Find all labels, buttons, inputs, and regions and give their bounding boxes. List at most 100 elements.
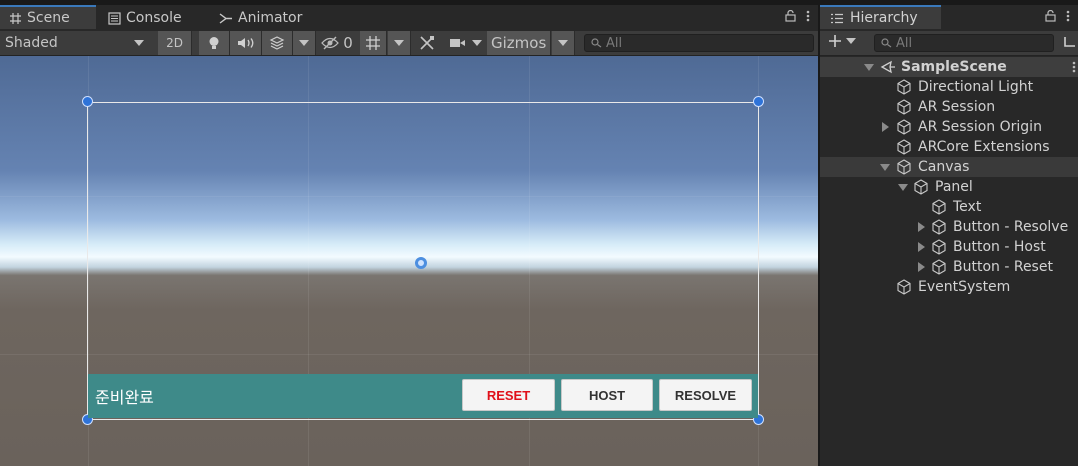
scene-visibility-icon[interactable]	[1062, 36, 1076, 50]
more-options-icon[interactable]	[806, 10, 810, 22]
hierarchy-item-directional-light[interactable]: Directional Light	[820, 77, 1078, 97]
hierarchy-item-eventsystem[interactable]: EventSystem	[820, 277, 1078, 297]
hidden-count: 0	[343, 34, 353, 52]
resolve-button[interactable]: RESOLVE	[659, 379, 752, 411]
toggle-2d-button[interactable]: 2D	[158, 31, 192, 55]
draw-mode-dropdown[interactable]: Shaded	[0, 31, 150, 55]
chevron-down-icon	[846, 38, 856, 44]
tab-scene-label: Scene	[27, 10, 70, 26]
hierarchy-item-label: Panel	[935, 179, 973, 195]
hierarchy-item-canvas[interactable]: Canvas	[820, 157, 1078, 177]
scene-tabbar: Scene Console Animator	[0, 5, 818, 31]
hierarchy-item-button-resolve[interactable]: Button - Resolve	[820, 217, 1078, 237]
scene-row[interactable]: SampleScene	[820, 57, 1078, 77]
draw-mode-label: Shaded	[5, 35, 58, 51]
unity-scene-icon	[880, 60, 895, 74]
plus-icon	[829, 35, 841, 47]
scene-search-input[interactable]: All	[584, 34, 814, 52]
hierarchy-item-label: Canvas	[918, 159, 970, 175]
hierarchy-panel: Hierarchy All SampleScene Directional Li…	[820, 5, 1078, 466]
reset-button-label: RESET	[486, 387, 531, 403]
host-button[interactable]: HOST	[561, 379, 653, 411]
hierarchy-item-text[interactable]: Text	[820, 197, 1078, 217]
chevron-down-icon	[558, 40, 568, 46]
scene-name: SampleScene	[901, 59, 1007, 75]
hierarchy-item-label: EventSystem	[918, 279, 1011, 295]
lightbulb-icon	[209, 36, 219, 49]
hierarchy-tree: SampleScene Directional Light AR Session…	[820, 57, 1078, 466]
hierarchy-item-arcore-extensions[interactable]: ARCore Extensions	[820, 137, 1078, 157]
hierarchy-item-panel[interactable]: Panel	[820, 177, 1078, 197]
expand-arrow-icon[interactable]	[918, 262, 925, 272]
tab-console[interactable]: Console	[108, 5, 182, 31]
expand-arrow-icon[interactable]	[864, 63, 874, 71]
reset-button[interactable]: RESET	[462, 379, 555, 411]
camera-icon	[449, 39, 465, 47]
gameobject-cube-icon	[914, 179, 928, 195]
gameobject-cube-icon	[897, 99, 911, 115]
hierarchy-tab-tools	[1045, 10, 1070, 22]
tab-hierarchy[interactable]: Hierarchy	[820, 5, 941, 29]
effects-toggle[interactable]	[262, 31, 293, 55]
expand-arrow-icon[interactable]	[880, 163, 890, 171]
gameobject-cube-icon	[897, 79, 911, 95]
tab-animator-label: Animator	[238, 10, 303, 26]
chevron-down-icon	[394, 40, 404, 46]
pivot-icon[interactable]	[415, 257, 427, 269]
layers-icon	[269, 36, 285, 50]
grid-toggle[interactable]	[360, 31, 387, 55]
toggle-2d-label: 2D	[166, 36, 183, 50]
more-options-icon[interactable]	[1072, 61, 1076, 73]
scene-viewport[interactable]: 준비완료 RESET HOST RESOLVE	[0, 56, 818, 466]
expand-arrow-icon[interactable]	[882, 122, 889, 132]
gameobject-cube-icon	[932, 219, 946, 235]
ui-panel[interactable]: 준비완료 RESET HOST RESOLVE	[88, 374, 758, 418]
expand-arrow-icon[interactable]	[898, 183, 908, 191]
status-text: 준비완료	[95, 388, 154, 407]
add-button[interactable]	[828, 34, 856, 48]
gameobject-cube-icon	[897, 279, 911, 295]
expand-arrow-icon[interactable]	[918, 242, 925, 252]
scene-panel: Scene Console Animator Shaded 2D 0 Gizmo…	[0, 5, 818, 466]
grid-icon	[10, 12, 21, 24]
tab-animator[interactable]: Animator	[219, 5, 302, 31]
hierarchy-item-label: Text	[953, 199, 982, 215]
effects-dropdown[interactable]	[293, 31, 316, 55]
rect-handle-top-left[interactable]	[82, 96, 93, 107]
tools-button[interactable]	[413, 31, 441, 55]
rect-handle-top-right[interactable]	[753, 96, 764, 107]
hierarchy-item-label: Button - Resolve	[953, 219, 1069, 235]
gameobject-cube-icon	[932, 239, 946, 255]
more-options-icon[interactable]	[1066, 10, 1070, 22]
gameobject-cube-icon	[932, 199, 946, 215]
list-icon	[831, 13, 843, 23]
hierarchy-toolbar: All	[820, 31, 1078, 56]
hierarchy-item-label: Button - Reset	[953, 259, 1053, 275]
hierarchy-title: Hierarchy	[850, 10, 918, 26]
hierarchy-search-placeholder: All	[896, 35, 913, 51]
hierarchy-item-button-host[interactable]: Button - Host	[820, 237, 1078, 257]
audio-toggle[interactable]	[230, 31, 262, 55]
scene-tab-tools	[785, 10, 810, 22]
grid-dropdown[interactable]	[388, 31, 411, 55]
expand-arrow-icon[interactable]	[918, 222, 925, 232]
gizmos-dropdown[interactable]	[552, 31, 575, 55]
gizmos-button[interactable]: Gizmos	[487, 31, 551, 55]
lock-icon[interactable]	[1045, 10, 1056, 22]
host-button-label: HOST	[588, 387, 626, 403]
gameobject-cube-icon	[932, 259, 946, 275]
hierarchy-search-input[interactable]: All	[874, 34, 1054, 52]
hierarchy-item-label: AR Session Origin	[918, 119, 1042, 135]
hierarchy-item-ar-session[interactable]: AR Session	[820, 97, 1078, 117]
console-icon	[108, 11, 121, 25]
gameobject-cube-icon	[897, 139, 911, 155]
resolve-button-label: RESOLVE	[674, 387, 737, 403]
tab-scene[interactable]: Scene	[0, 5, 96, 29]
speaker-icon	[237, 38, 253, 48]
lighting-toggle[interactable]	[199, 31, 230, 55]
hidden-objects-toggle[interactable]: 0	[318, 31, 356, 55]
lock-icon[interactable]	[785, 10, 796, 22]
hierarchy-item-button-reset[interactable]: Button - Reset	[820, 257, 1078, 277]
hierarchy-item-ar-session-origin[interactable]: AR Session Origin	[820, 117, 1078, 137]
camera-dropdown[interactable]	[445, 31, 485, 55]
